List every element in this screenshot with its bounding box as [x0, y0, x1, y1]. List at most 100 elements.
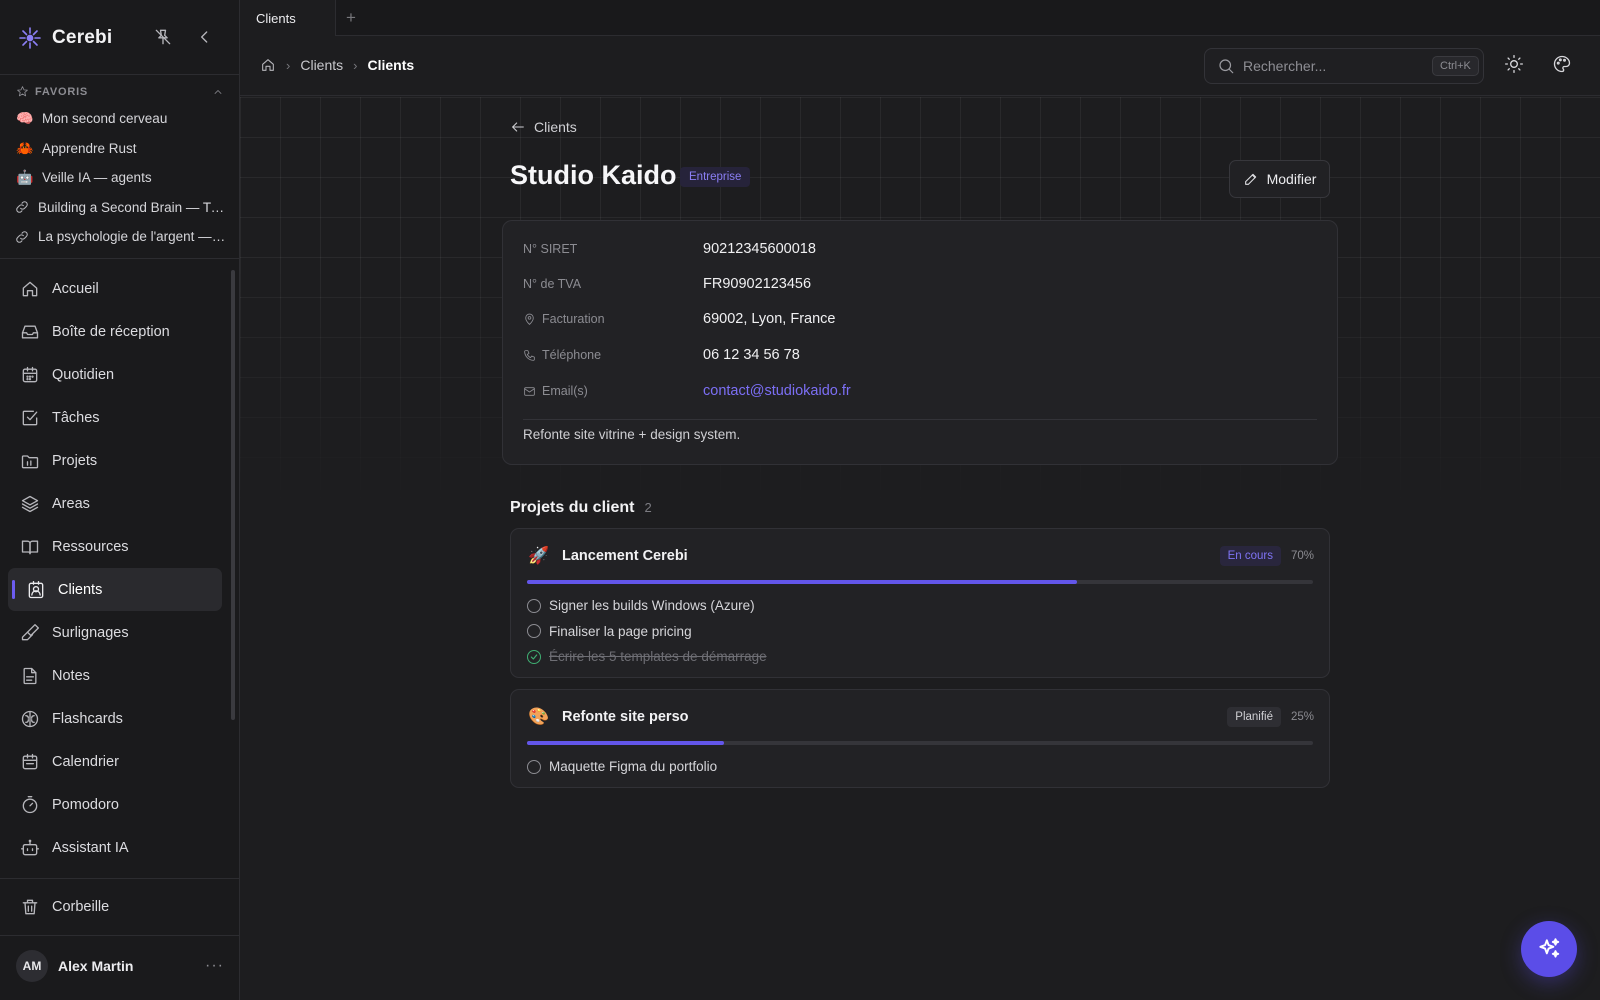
search-input[interactable] [1243, 58, 1424, 74]
favorite-label: La psychologie de l'argent — ... [38, 229, 226, 245]
back-label: Clients [534, 119, 577, 135]
more-icon[interactable]: ··· [205, 957, 224, 975]
search-shortcut: Ctrl+K [1432, 56, 1479, 76]
tab-clients[interactable]: Clients [240, 0, 336, 36]
favorite-label: Mon second cerveau [42, 111, 168, 127]
task-checkbox[interactable] [527, 598, 541, 613]
favorite-item[interactable]: 🤖 Veille IA — agents [16, 163, 226, 193]
favorite-item[interactable]: 🧠 Mon second cerveau [16, 104, 226, 134]
favorites-heading: FAVORIS [35, 85, 89, 98]
breadcrumb-current: Clients [367, 57, 415, 73]
email-link[interactable]: contact@studiokaido.fr [703, 383, 851, 399]
sidebar-item-notes[interactable]: Notes [8, 654, 222, 697]
project-name[interactable]: Refonte site perso [562, 709, 689, 725]
info-row-facturation: Facturation 69002, Lyon, France [523, 311, 835, 327]
crab-emoji-icon: 🦀 [16, 139, 34, 156]
sidebar-item-inbox[interactable]: Boîte de réception [8, 310, 222, 353]
palette-icon[interactable] [1552, 54, 1572, 74]
task-item[interactable]: Maquette Figma du portfolio [527, 754, 1313, 780]
sidebar-item-label: Corbeille [52, 898, 110, 915]
page-title: Studio Kaido [510, 160, 677, 190]
task-label: Signer les builds Windows (Azure) [549, 598, 755, 614]
phone-icon [523, 349, 536, 362]
scrollbar-thumb[interactable] [231, 270, 235, 720]
sparkles-icon [1536, 936, 1562, 962]
divider [0, 935, 239, 936]
sidebar-item-surlignages[interactable]: Surlignages [8, 611, 222, 654]
unpin-icon[interactable] [153, 27, 173, 47]
brand[interactable]: Cerebi [18, 24, 112, 52]
task-item[interactable]: Finaliser la page pricing [527, 619, 1313, 645]
sidebar-scrollbar[interactable] [231, 262, 235, 862]
sidebar-item-projets[interactable]: Projets [8, 439, 222, 482]
sidebar-item-pomodoro[interactable]: Pomodoro [8, 783, 222, 826]
sidebar-item-flashcards[interactable]: Flashcards [8, 697, 222, 740]
collapse-sidebar-icon[interactable] [195, 27, 215, 47]
info-row-email: Email(s) contact@studiokaido.fr [523, 383, 851, 399]
favorite-item[interactable]: La psychologie de l'argent — ... [14, 222, 226, 252]
sidebar-item-areas[interactable]: Areas [8, 482, 222, 525]
project-card[interactable]: 🎨 Refonte site perso Planifié 25% Maquet… [510, 689, 1330, 788]
task-list: Signer les builds Windows (Azure) Finali… [527, 593, 1313, 670]
info-row-tva: N° de TVA FR90902123456 [523, 276, 811, 292]
task-checkbox[interactable] [527, 624, 541, 639]
edit-button[interactable]: Modifier [1229, 160, 1330, 198]
home-icon[interactable] [260, 57, 276, 73]
task-item[interactable]: Signer les builds Windows (Azure) [527, 593, 1313, 619]
divider [0, 74, 239, 75]
add-tab-icon[interactable]: + [346, 8, 356, 28]
search-box[interactable]: Ctrl+K [1204, 48, 1484, 84]
progress-percent: 70% [1291, 550, 1315, 562]
favorite-item[interactable]: 🦀 Apprendre Rust [16, 134, 226, 164]
arrow-left-icon [510, 119, 526, 135]
task-checkbox[interactable] [527, 759, 541, 774]
sidebar-item-label: Flashcards [52, 710, 123, 727]
sidebar-item-calendrier[interactable]: Calendrier [8, 740, 222, 783]
project-name[interactable]: Lancement Cerebi [562, 548, 688, 564]
task-label: Écrire les 5 templates de démarrage [549, 649, 767, 665]
ai-assistant-button[interactable] [1521, 921, 1577, 977]
divider [0, 258, 239, 259]
chevron-up-icon[interactable] [212, 86, 224, 98]
project-card[interactable]: 🚀 Lancement Cerebi En cours 70% Signer l… [510, 528, 1330, 678]
client-type-badge: Entreprise [680, 167, 751, 187]
sidebar-item-label: Notes [52, 667, 90, 684]
folder-icon [20, 451, 40, 471]
chevron-right-icon: › [286, 57, 291, 73]
user-menu[interactable]: AM Alex Martin ··· [16, 950, 224, 982]
avatar: AM [16, 950, 48, 982]
sidebar-item-accueil[interactable]: Accueil [8, 267, 222, 310]
user-name: Alex Martin [58, 958, 134, 974]
sidebar-item-label: Surlignages [52, 624, 129, 641]
sidebar-item-ressources[interactable]: Ressources [8, 525, 222, 568]
task-label: Finaliser la page pricing [549, 623, 692, 639]
favorites-header[interactable]: FAVORIS [16, 85, 224, 98]
sidebar-item-label: Boîte de réception [52, 323, 170, 340]
sidebar-item-label: Assistant IA [52, 839, 129, 856]
timer-icon [20, 795, 40, 815]
checkbox-icon [20, 408, 40, 428]
sidebar-item-taches[interactable]: Tâches [8, 396, 222, 439]
sidebar-item-clients[interactable]: Clients [8, 568, 222, 611]
sidebar-item-assistant[interactable]: Assistant IA [8, 826, 222, 869]
tab-label: Clients [256, 10, 296, 26]
sidebar-item-quotidien[interactable]: Quotidien [8, 353, 222, 396]
calendar-icon [20, 752, 40, 772]
sidebar-item-corbeille[interactable]: Corbeille [8, 885, 222, 928]
breadcrumb: › Clients › Clients [260, 57, 414, 73]
info-label-wrap: Téléphone [523, 348, 703, 362]
sun-icon[interactable] [1504, 54, 1524, 74]
task-checkbox-checked[interactable] [527, 649, 541, 664]
favorite-item[interactable]: Building a Second Brain — Tia... [14, 193, 226, 223]
progress-percent: 25% [1291, 711, 1315, 723]
link-icon [14, 199, 30, 215]
task-item[interactable]: Écrire les 5 templates de démarrage [527, 644, 1313, 670]
progress-fill [527, 580, 1078, 584]
breadcrumb-item[interactable]: Clients [300, 57, 343, 73]
back-link[interactable]: Clients [510, 119, 577, 135]
edit-label: Modifier [1266, 171, 1317, 187]
note-icon [20, 666, 40, 686]
info-value: 06 12 34 56 78 [703, 347, 800, 363]
info-label: Facturation [542, 312, 605, 326]
calendar-day-icon [20, 365, 40, 385]
